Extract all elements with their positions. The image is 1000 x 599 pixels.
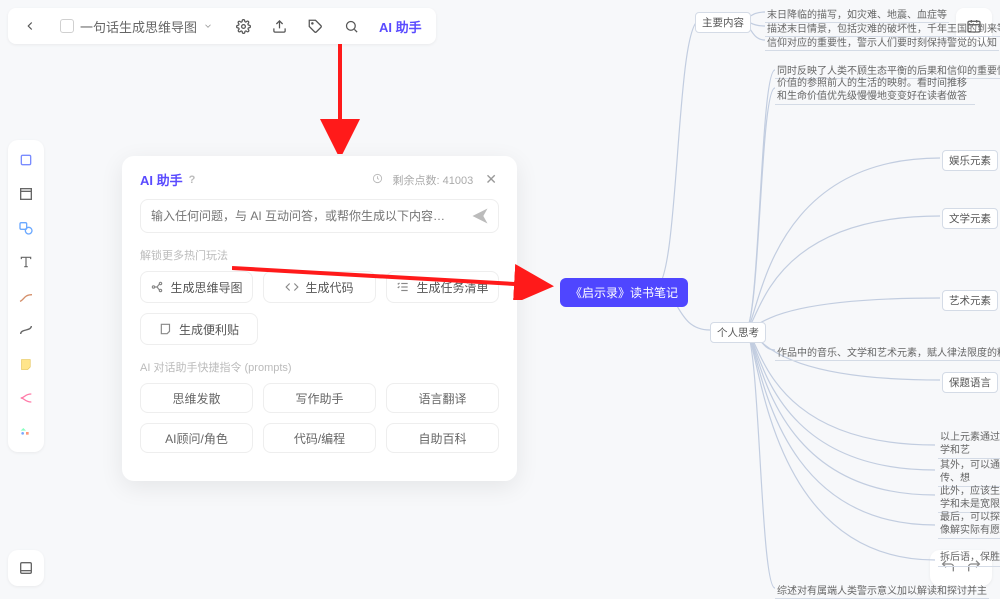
mindmap-node-art[interactable]: 艺术元素 [942,290,998,311]
tool-more[interactable] [12,418,40,446]
tool-frame[interactable] [12,180,40,208]
mindmap-leaf[interactable]: 此外，应该生属作在以表现共性、文学和未是宽限等 [938,486,1000,513]
tool-text[interactable] [12,248,40,276]
prompt-wiki[interactable]: 自助百科 [386,423,499,453]
tool-select[interactable] [12,146,40,174]
prompt-role[interactable]: AI顾问/角色 [140,423,253,453]
ai-prompt-input[interactable] [151,209,464,223]
close-button[interactable]: ✕ [483,171,499,188]
top-toolbar: 一句话生成思维导图 AI 助手 [8,8,436,44]
tool-pen[interactable] [12,282,40,310]
ai-assistant-button[interactable]: AI 助手 [373,17,428,36]
mindmap-leaf[interactable]: 信仰对应的重要性，警示人们要时刻保持警觉的认知 [765,34,999,51]
ai-input-wrap [140,199,499,233]
layers-button[interactable] [8,550,44,586]
doc-title: 一句话生成思维导图 [80,17,197,36]
tasks-icon [396,280,410,294]
prompt-diverge[interactable]: 思维发散 [140,383,253,413]
send-button[interactable] [470,206,492,228]
chevron-down-icon [203,21,213,31]
prompt-translate[interactable]: 语言翻译 [386,383,499,413]
search-button[interactable] [337,12,365,40]
remaining-points: 剩余点数: 41003 [393,172,474,188]
section-prompts: AI 对话助手快捷指令 (prompts) [140,359,499,375]
gen-sticky-button[interactable]: 生成便利贴 [140,313,258,345]
mindmap-root-node[interactable]: 《启示录》读书笔记 [560,278,688,307]
left-toolbox [8,140,44,452]
doc-title-dropdown[interactable]: 一句话生成思维导图 [52,12,221,40]
help-icon[interactable]: ? [189,174,196,186]
back-button[interactable] [16,12,44,40]
mindmap-leaf[interactable]: 同时反映了人类不顾生态平衡的后果和信仰的重要性 [775,62,1000,79]
mindmap-leaf[interactable]: 作品中的音乐、文学和艺术元素，赋人律法限度的精神感悟等 [775,344,1000,361]
prompt-writing[interactable]: 写作助手 [263,383,376,413]
gen-tasks-button[interactable]: 生成任务清单 [386,271,499,303]
annotation-arrow-down [300,44,370,154]
mindmap-node-start[interactable]: 保题语言 [942,372,998,393]
mindmap-leaf[interactable]: 拆后语，保胜来奇 [938,552,1000,567]
mindmap-node-lit[interactable]: 文学元素 [942,208,998,229]
tag-button[interactable] [301,12,329,40]
sticky-icon [159,322,173,336]
mindmap-leaf[interactable]: 其外，可以通过思维导,会引发著展共传、想 [938,460,1000,487]
tool-mindmap[interactable] [12,384,40,412]
gen-mindmap-button[interactable]: 生成思维导图 [140,271,253,303]
mindmap-node-main[interactable]: 主要内容 [695,12,751,33]
prompt-coding[interactable]: 代码/编程 [263,423,376,453]
mindmap-leaf[interactable]: 综述对有属端人类警示意义加以解读和探讨并主 [775,582,989,599]
mindmap-node-music[interactable]: 娱乐元素 [942,150,998,171]
mindmap-leaf[interactable]: 最后，可以探图描付,让现多的人产生像解实际有愿，引领体领, [938,512,1000,539]
mindmap-node-think[interactable]: 个人思考 [710,322,766,343]
code-icon [285,280,299,294]
export-button[interactable] [265,12,293,40]
gen-code-button[interactable]: 生成代码 [263,271,376,303]
tool-sticky[interactable] [12,350,40,378]
mindmap-leaf[interactable]: 以上元素通过艺术表达中的音乐、文学和艺 [938,432,1000,459]
mindmap-canvas[interactable]: 《启示录》读书笔记 主要内容 个人思考 末日降临的描写，如灾难、地震、血症等 描… [560,0,1000,594]
mindmap-icon [150,280,164,294]
ai-panel-title: AI 助手? [140,170,195,189]
ai-assistant-panel: AI 助手? 剩余点数: 41003 ✕ 解锁更多热门玩法 生成思维导图 生成代… [122,156,517,481]
cloud-icon [60,19,74,33]
tool-shape[interactable] [12,214,40,242]
tool-connector[interactable] [12,316,40,344]
mindmap-leaf[interactable]: 价值的参照前人的生活的映射。看时间推移和生命价值优先级慢慢地变变好在读者做答 [775,78,975,105]
section-hot: 解锁更多热门玩法 [140,247,499,263]
clock-icon [372,173,383,187]
settings-button[interactable] [229,12,257,40]
